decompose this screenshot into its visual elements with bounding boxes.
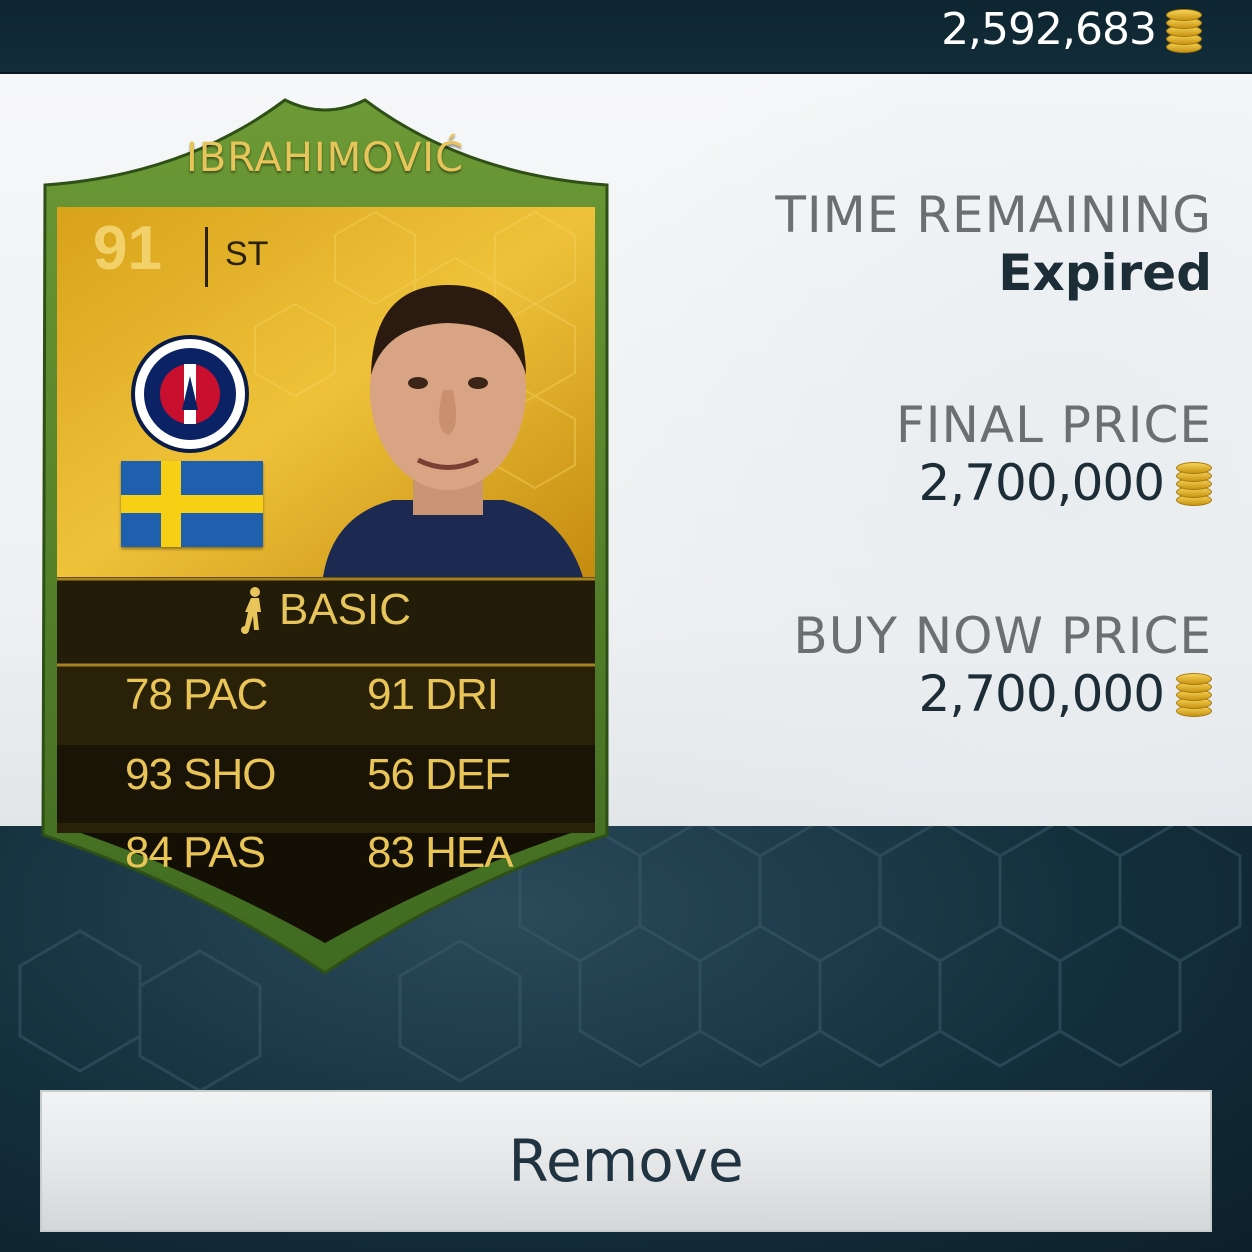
chemistry-style: BASIC xyxy=(35,585,615,635)
stat-def: 56 DEF xyxy=(367,750,511,799)
player-position: ST xyxy=(225,235,269,273)
psg-badge-icon xyxy=(131,335,249,453)
stat-hea: 83 HEA xyxy=(367,828,514,877)
coin-stack-icon xyxy=(1176,671,1212,717)
buy-now-price-row: 2,700,000 xyxy=(793,665,1212,723)
final-price-label: FINAL PRICE xyxy=(895,396,1212,454)
stat-dri: 91 DRI xyxy=(367,670,499,719)
final-price-row: 2,700,000 xyxy=(896,454,1212,512)
player-card[interactable]: IBRAHIMOVIĆ 91 ST BASIC 78 PAC 91 DRI 93… xyxy=(35,95,615,975)
coin-bar: 2,592,683 xyxy=(0,0,1252,74)
time-remaining-block: TIME REMAINING Expired xyxy=(775,186,1212,302)
player-photo xyxy=(293,265,603,577)
coin-balance: 2,592,683 xyxy=(941,4,1202,55)
stat-pac: 78 PAC xyxy=(125,670,268,719)
player-figure-icon xyxy=(240,587,261,634)
buy-now-price-block: BUY NOW PRICE 2,700,000 xyxy=(793,607,1212,723)
player-rating: 91 xyxy=(93,214,162,283)
rating-divider xyxy=(205,227,208,287)
stat-pas: 84 PAS xyxy=(125,828,266,877)
final-price-value: 2,700,000 xyxy=(918,454,1165,512)
time-remaining-label: TIME REMAINING xyxy=(775,186,1212,244)
stat-sho: 93 SHO xyxy=(125,750,277,799)
final-price-block: FINAL PRICE 2,700,000 xyxy=(896,396,1212,512)
player-name: IBRAHIMOVIĆ xyxy=(185,135,465,181)
time-remaining-value: Expired xyxy=(998,244,1212,302)
sweden-flag-icon xyxy=(121,461,263,547)
buy-now-price-label: BUY NOW PRICE xyxy=(793,607,1212,665)
remove-button[interactable]: Remove xyxy=(40,1090,1212,1232)
buy-now-price-value: 2,700,000 xyxy=(918,665,1165,723)
coin-stack-icon xyxy=(1166,7,1202,53)
coin-balance-value: 2,592,683 xyxy=(941,4,1157,55)
chemistry-style-label: BASIC xyxy=(278,585,412,634)
coin-stack-icon xyxy=(1176,460,1212,506)
